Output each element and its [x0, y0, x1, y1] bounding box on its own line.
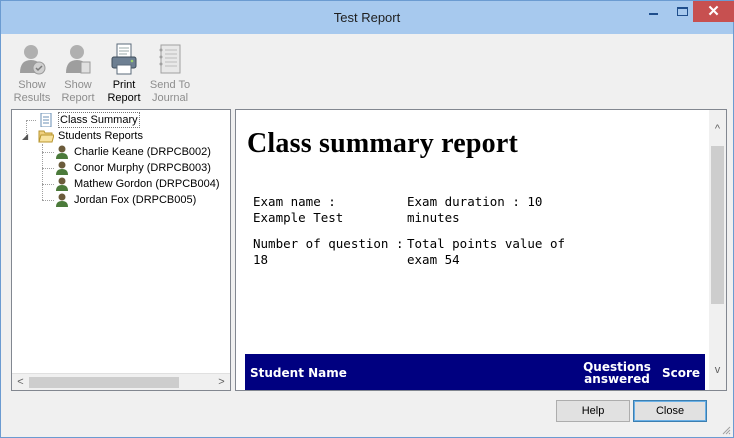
scrollbar-thumb[interactable]: [711, 146, 724, 304]
questions-header-line2: answered: [584, 372, 650, 386]
tree-line: [42, 200, 54, 201]
print-report-button[interactable]: Print Report: [101, 39, 147, 107]
scroll-right-icon[interactable]: >: [213, 374, 230, 391]
journal-icon: [159, 44, 181, 74]
num-questions-line2: 18: [253, 252, 269, 267]
resize-grip-icon[interactable]: [720, 424, 731, 435]
exam-name-label: Exam name :: [253, 194, 336, 209]
student-icon: [56, 161, 68, 175]
show-results-label-1: Show: [18, 79, 46, 91]
tree-item-label: Students Reports: [58, 130, 143, 142]
student-icon: [56, 193, 68, 207]
maximize-button[interactable]: [669, 1, 696, 22]
tree-line: [42, 152, 54, 153]
scroll-down-icon[interactable]: v: [709, 362, 726, 379]
minimize-button[interactable]: [640, 1, 667, 22]
exam-duration-line2: minutes: [407, 210, 460, 225]
send-to-journal-label-2: Journal: [151, 92, 189, 104]
minimize-icon: [649, 12, 658, 15]
report-view[interactable]: Class summary report Exam name : Example…: [235, 109, 727, 391]
document-icon: [40, 113, 52, 127]
student-name-header: Student Name: [250, 366, 347, 380]
test-report-window: Test Report ✕ Show Results Show Report P…: [0, 0, 734, 438]
tree-line: [42, 168, 54, 169]
close-window-button[interactable]: ✕: [693, 1, 734, 22]
show-results-label-2: Results: [13, 92, 51, 104]
report-title: Class summary report: [247, 128, 519, 159]
report-tree[interactable]: ◢ Class Summary Students Reports Charlie: [11, 109, 231, 391]
total-points-line1: Total points value of: [407, 236, 566, 251]
total-points-line2: exam 54: [407, 252, 460, 267]
title-bar: Test Report ✕: [1, 1, 734, 34]
exam-duration-line1: Exam duration : 10: [407, 194, 543, 209]
tree-item-label: Jordan Fox (DRPCB005): [74, 194, 197, 206]
show-report-label-2: Report: [61, 92, 95, 104]
exam-name-value: Example Test: [253, 210, 344, 225]
close-button[interactable]: Close: [633, 400, 707, 422]
scroll-up-icon[interactable]: ^: [709, 121, 726, 138]
user-report-icon: [66, 45, 91, 74]
tree-item-label: Conor Murphy (DRPCB003): [74, 162, 211, 174]
send-to-journal-button[interactable]: Send To Journal: [147, 39, 193, 107]
print-report-label-2: Report: [107, 92, 141, 104]
help-button[interactable]: Help: [556, 400, 630, 422]
tree-line: [42, 184, 54, 185]
results-table-header: Student Name Questions answered Score: [245, 354, 705, 390]
maximize-icon: [677, 7, 688, 16]
close-icon: ✕: [707, 3, 720, 20]
questions-answered-header: Questions answered: [578, 354, 656, 390]
show-results-button[interactable]: Show Results: [9, 39, 55, 107]
window-title: Test Report: [333, 10, 401, 25]
num-questions-line1: Number of question :: [253, 236, 404, 251]
tree-item-label: Mathew Gordon (DRPCB004): [74, 178, 220, 190]
report-vertical-scrollbar[interactable]: ^ v: [709, 110, 726, 390]
user-check-icon: [20, 45, 46, 75]
tree-horizontal-scrollbar[interactable]: < >: [12, 373, 230, 390]
scrollbar-thumb[interactable]: [29, 377, 179, 388]
score-header: Score: [662, 366, 701, 380]
student-icon: [56, 145, 68, 159]
show-report-label-1: Show: [64, 79, 92, 91]
printer-icon: [111, 43, 137, 75]
toolbar: Show Results Show Report Print Report Se…: [9, 39, 729, 107]
student-icon: [56, 177, 68, 191]
print-report-label-1: Print: [112, 79, 136, 91]
folder-open-icon: [38, 130, 54, 143]
scroll-left-icon[interactable]: <: [12, 374, 29, 391]
send-to-journal-label-1: Send To: [149, 79, 191, 91]
collapse-arrow-icon[interactable]: ◢: [22, 132, 28, 141]
tree-line: [26, 120, 36, 121]
show-report-button[interactable]: Show Report: [55, 39, 101, 107]
tree-item-label: Charlie Keane (DRPCB002): [74, 146, 211, 158]
tree-item-label: Class Summary: [58, 112, 140, 128]
